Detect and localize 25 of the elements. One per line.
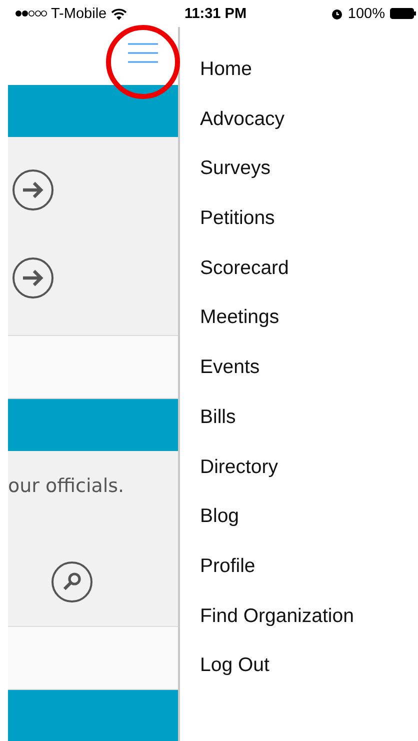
search-icon[interactable] [51, 561, 93, 603]
wifi-icon [110, 8, 127, 20]
clock-time: 11:31 PM [184, 6, 247, 22]
menu-item[interactable]: Meetings [200, 293, 418, 344]
menu-item[interactable]: Blog [200, 492, 418, 542]
menu-item[interactable]: Advocacy [200, 94, 418, 144]
menu-item[interactable]: Home [200, 45, 418, 95]
menu-item[interactable]: Scorecard [200, 244, 418, 294]
battery-icon [390, 8, 416, 19]
menu-item[interactable]: Surveys [200, 144, 418, 194]
arrow-right-circle-icon[interactable] [12, 257, 54, 299]
signal-icon [15, 10, 47, 17]
menu-item[interactable]: Events [200, 343, 418, 393]
battery-percent: 100% [348, 6, 385, 22]
menu-item[interactable]: Bills [200, 392, 418, 442]
menu-item[interactable]: Petitions [200, 194, 418, 244]
menu-item[interactable]: Find Organization [200, 592, 418, 642]
menu-icon[interactable] [128, 43, 158, 63]
menu-item[interactable]: Profile [200, 542, 418, 592]
menu-item[interactable]: Log Out [200, 641, 418, 691]
menu-item[interactable]: Directory [200, 442, 418, 492]
carrier-name: T-Mobile [51, 6, 107, 22]
alarm-clock-icon [330, 8, 343, 20]
arrow-right-circle-icon[interactable] [12, 169, 54, 211]
panel-text: our officials. [8, 475, 124, 497]
